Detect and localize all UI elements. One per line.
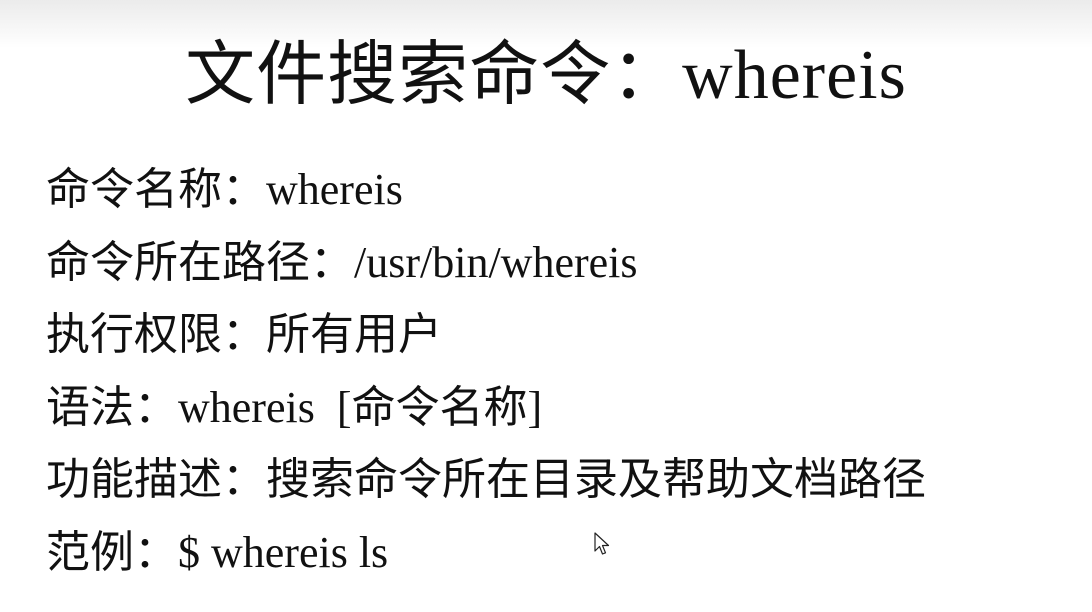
- slide-title: 文件搜索命令：whereis: [185, 37, 907, 114]
- command-path-line: 命令所在路径：/usr/bin/whereis: [46, 237, 638, 287]
- slide-content: 命令名称：whereis 命令所在路径：/usr/bin/whereis 执行权…: [46, 158, 1086, 593]
- description-line: 功能描述：搜索命令所在目录及帮助文档路径: [46, 455, 926, 504]
- permission-line: 执行权限：所有用户: [46, 310, 442, 359]
- command-name-line: 命令名称：whereis: [46, 165, 403, 214]
- example-line: 范例：$ whereis ls: [46, 527, 389, 577]
- syntax-line: 语法：whereis [命令名称]: [46, 382, 543, 432]
- mouse-pointer-icon: [594, 532, 610, 555]
